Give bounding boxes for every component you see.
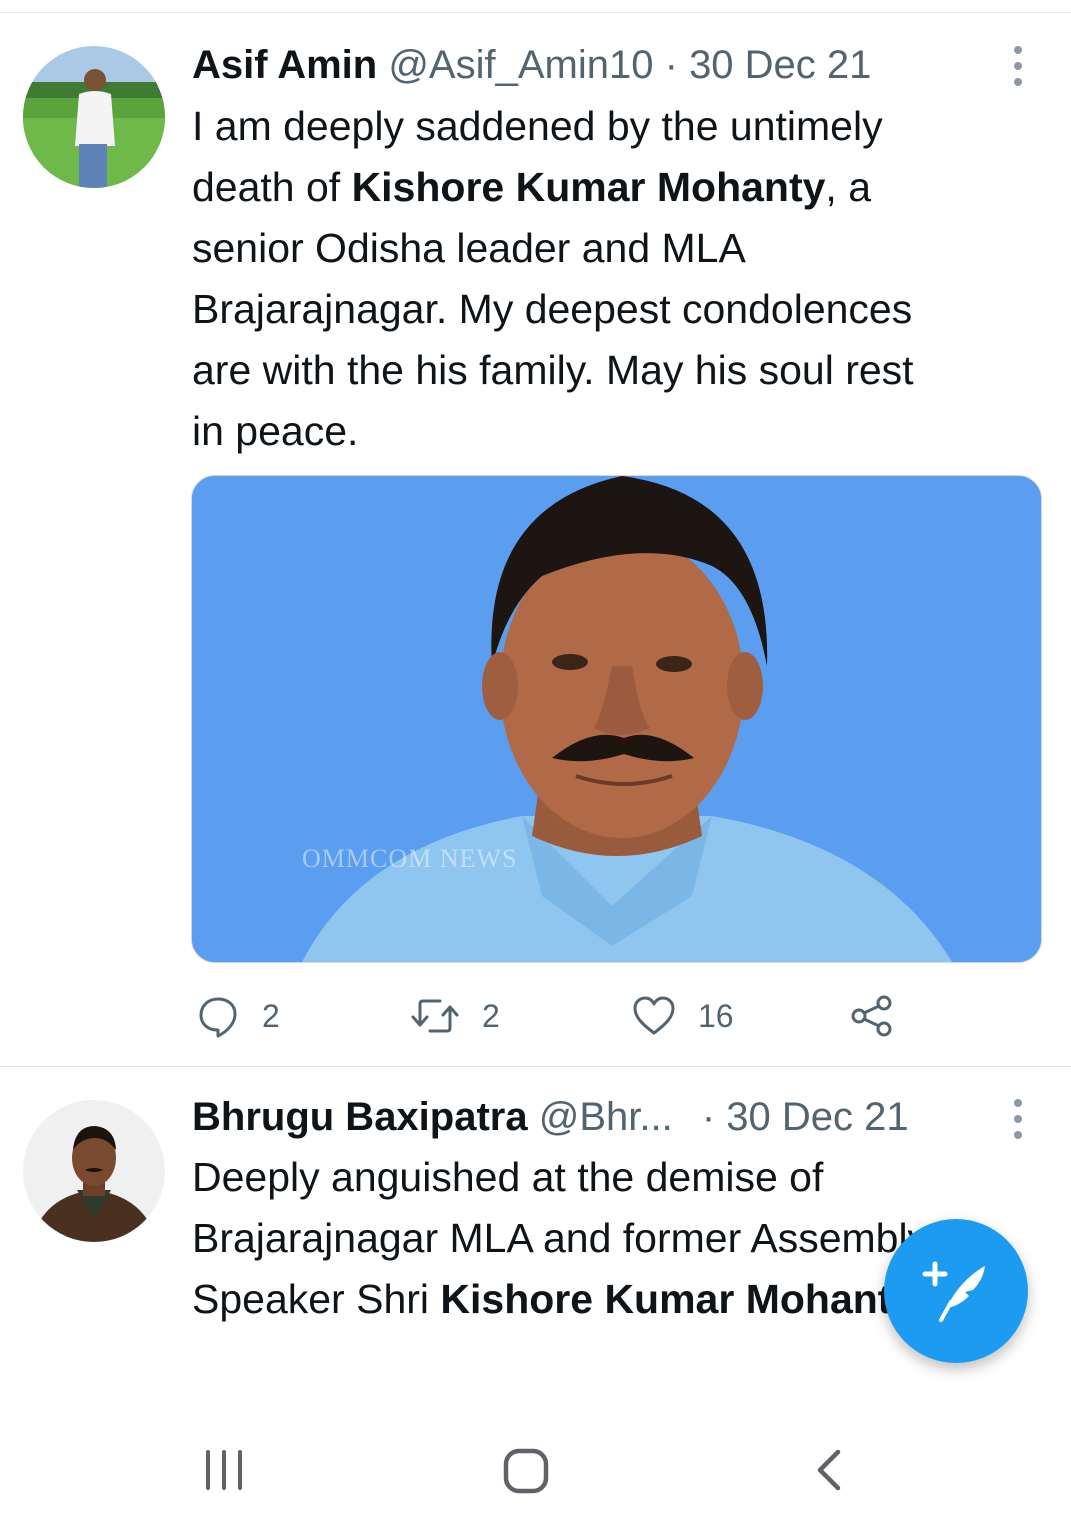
retweet-arrows-icon xyxy=(411,999,459,1033)
tweet-actions-bar: 2 2 16 xyxy=(0,988,1071,1044)
tweet-date[interactable]: 30 Dec 21 xyxy=(689,43,871,87)
retweet-count: 2 xyxy=(482,997,500,1034)
mention-bold-text: Kishore Kumar Mohanty xyxy=(351,164,826,210)
reply-count: 2 xyxy=(262,997,280,1034)
vertical-dots-icon[interactable] xyxy=(1008,46,1028,86)
share-button[interactable] xyxy=(850,988,894,1044)
like-count: 16 xyxy=(698,997,734,1034)
back-chevron-icon xyxy=(817,1449,841,1491)
tweet-header: Bhrugu Baxipatra @Bhr... · 30 Dec 21 xyxy=(192,1092,1031,1142)
portrait-photo xyxy=(192,476,1041,962)
recents-button[interactable] xyxy=(204,1448,244,1497)
tweet-header: Asif Amin @Asif_Amin10 · 30 Dec 21 xyxy=(192,40,1031,90)
feather-plus-icon xyxy=(922,1261,985,1322)
twitter-timeline: Asif Amin @Asif_Amin10 · 30 Dec 21 I am … xyxy=(0,0,1071,1533)
share-nodes-icon xyxy=(851,995,892,1037)
reply-button[interactable]: 2 xyxy=(196,988,280,1044)
image-watermark: OMMCOM NEWS xyxy=(302,844,518,873)
separator-dot: · xyxy=(664,43,678,87)
author-name[interactable]: Asif Amin xyxy=(192,43,377,87)
home-rounded-square-icon xyxy=(503,1448,549,1494)
avatar[interactable] xyxy=(23,46,165,188)
back-button[interactable] xyxy=(814,1448,844,1497)
tweet-text: I am deeply saddened by the untimely dea… xyxy=(192,96,1042,462)
separator-dot: · xyxy=(701,1095,716,1139)
vertical-dots-icon[interactable] xyxy=(1008,1099,1028,1139)
avatar[interactable] xyxy=(23,1100,165,1242)
tweet-media-image[interactable]: OMMCOM NEWS xyxy=(191,475,1042,963)
like-button[interactable]: 16 xyxy=(632,988,734,1044)
speech-bubble-icon xyxy=(199,997,237,1038)
compose-tweet-button[interactable] xyxy=(884,1219,1028,1363)
retweet-button[interactable]: 2 xyxy=(410,988,500,1044)
author-handle[interactable]: @Asif_Amin10 xyxy=(388,43,653,87)
home-button[interactable] xyxy=(503,1448,549,1499)
tweet-card[interactable]: Asif Amin @Asif_Amin10 · 30 Dec 21 I am … xyxy=(0,0,1071,1066)
recents-lines-icon xyxy=(206,1450,242,1490)
tweet-date[interactable]: 30 Dec 21 xyxy=(726,1095,908,1139)
author-name[interactable]: Bhrugu Baxipatra xyxy=(192,1095,528,1139)
mention-bold-text: Kishore Kumar Mohanty xyxy=(440,1276,915,1322)
system-navigation-bar xyxy=(0,1408,1071,1533)
heart-icon xyxy=(633,996,675,1035)
author-handle[interactable]: @Bhr... xyxy=(539,1095,673,1139)
